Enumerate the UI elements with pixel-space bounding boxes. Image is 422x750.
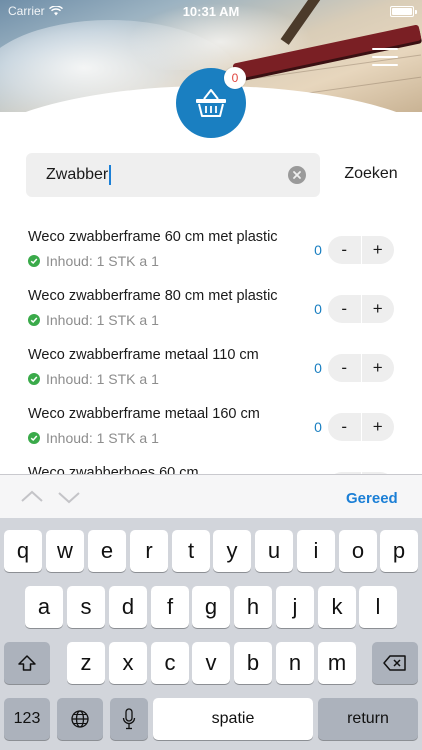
key-k[interactable]: k [318, 586, 356, 628]
key-h[interactable]: h [234, 586, 272, 628]
check-icon [28, 314, 40, 326]
menu-icon-line [372, 64, 398, 66]
key-t[interactable]: t [172, 530, 210, 572]
key-a[interactable]: a [25, 586, 63, 628]
key-c[interactable]: c [151, 642, 189, 684]
key-z[interactable]: z [67, 642, 105, 684]
product-content: Inhoud: 1 STK a 1 [46, 312, 159, 328]
backspace-key[interactable] [372, 642, 418, 684]
product-name: Weco zwabberframe metaal 110 cm [28, 347, 259, 363]
check-icon [28, 373, 40, 385]
product-name: Weco zwabberframe 60 cm met plastic [28, 229, 278, 245]
quantity-stepper: - + [328, 236, 394, 264]
key-f[interactable]: f [151, 586, 189, 628]
status-time: 10:31 AM [182, 3, 240, 19]
decrease-button[interactable]: - [328, 295, 362, 323]
search-button[interactable]: Zoeken [338, 165, 404, 187]
list-item: Weco zwabberframe metaal 160 cm Inhoud: … [0, 393, 422, 452]
product-name: Weco zwabberhoes 60 cm [28, 465, 199, 474]
quantity-stepper: - + [328, 413, 394, 441]
key-x[interactable]: x [109, 642, 147, 684]
quantity-stepper: - + [328, 295, 394, 323]
list-item: Weco zwabberframe 80 cm met plastic Inho… [0, 275, 422, 334]
return-key[interactable]: return [318, 698, 418, 740]
list-item: Weco zwabberframe metaal 110 cm Inhoud: … [0, 334, 422, 393]
list-item: Weco zwabberhoes 60 cm [0, 452, 422, 474]
increase-button[interactable]: + [362, 413, 395, 441]
globe-icon [71, 710, 89, 728]
battery-icon [390, 6, 417, 17]
key-d[interactable]: d [109, 586, 147, 628]
quantity-value: 0 [314, 419, 322, 435]
key-y[interactable]: y [213, 530, 251, 572]
key-s[interactable]: s [67, 586, 105, 628]
chevron-down-icon[interactable] [56, 487, 82, 507]
key-l[interactable]: l [359, 586, 397, 628]
quantity-value: 0 [314, 242, 322, 258]
menu-icon-line [372, 48, 398, 50]
globe-key[interactable] [57, 698, 103, 740]
keyboard-toolbar: Gereed [0, 474, 422, 518]
shift-icon [18, 655, 36, 671]
chevron-up-icon[interactable] [19, 487, 45, 507]
numbers-key[interactable]: 123 [4, 698, 50, 740]
done-button[interactable]: Gereed [346, 490, 398, 507]
product-content: Inhoud: 1 STK a 1 [46, 371, 159, 387]
product-list: Weco zwabberframe 60 cm met plastic Inho… [0, 216, 422, 474]
key-p[interactable]: p [380, 530, 418, 572]
basket-icon [196, 89, 226, 117]
cart-count-badge: 0 [224, 67, 246, 89]
quantity-stepper: - + [328, 354, 394, 382]
key-r[interactable]: r [130, 530, 168, 572]
key-n[interactable]: n [276, 642, 314, 684]
microphone-icon [122, 708, 136, 730]
key-e[interactable]: e [88, 530, 126, 572]
check-icon [28, 255, 40, 267]
clear-icon [293, 171, 301, 179]
search-input-value: Zwabber [46, 166, 109, 183]
product-content: Inhoud: 1 STK a 1 [46, 253, 159, 269]
key-j[interactable]: j [276, 586, 314, 628]
increase-button[interactable]: + [362, 354, 395, 382]
list-item: Weco zwabberframe 60 cm met plastic Inho… [0, 216, 422, 275]
key-v[interactable]: v [192, 642, 230, 684]
product-name: Weco zwabberframe metaal 160 cm [28, 406, 260, 422]
key-u[interactable]: u [255, 530, 293, 572]
quantity-value: 0 [314, 360, 322, 376]
key-q[interactable]: q [4, 530, 42, 572]
decrease-button[interactable]: - [328, 236, 362, 264]
check-icon [28, 432, 40, 444]
space-key[interactable]: spatie [153, 698, 313, 740]
menu-icon-line [372, 56, 398, 58]
menu-button[interactable] [372, 48, 398, 68]
text-cursor [109, 165, 112, 185]
keyboard: q w e r t y u i o p a s d f g h j k l z … [0, 518, 422, 750]
key-b[interactable]: b [234, 642, 272, 684]
quantity-value: 0 [314, 301, 322, 317]
increase-button[interactable]: + [362, 295, 395, 323]
key-g[interactable]: g [192, 586, 230, 628]
status-bar: Carrier 10:31 AM [0, 0, 422, 22]
clear-search-button[interactable] [288, 166, 306, 184]
search-input[interactable]: Zwabber [26, 153, 320, 197]
key-o[interactable]: o [339, 530, 377, 572]
product-content: Inhoud: 1 STK a 1 [46, 430, 159, 446]
key-i[interactable]: i [297, 530, 335, 572]
product-name: Weco zwabberframe 80 cm met plastic [28, 288, 278, 304]
backspace-icon [383, 655, 406, 671]
shift-key[interactable] [4, 642, 50, 684]
key-w[interactable]: w [46, 530, 84, 572]
decrease-button[interactable]: - [328, 354, 362, 382]
key-m[interactable]: m [318, 642, 356, 684]
decrease-button[interactable]: - [328, 413, 362, 441]
increase-button[interactable]: + [362, 236, 395, 264]
dictation-key[interactable] [110, 698, 148, 740]
